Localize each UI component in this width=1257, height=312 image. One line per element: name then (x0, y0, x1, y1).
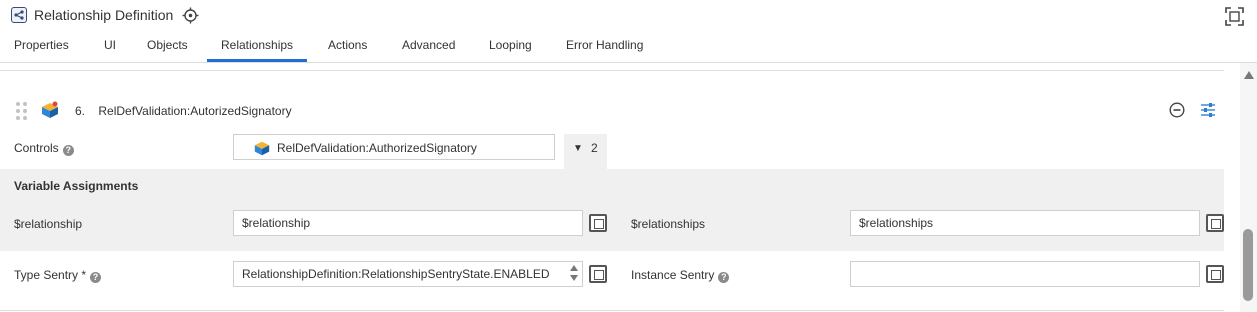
relationships-var-input[interactable]: $relationships (850, 210, 1200, 236)
type-sentry-input[interactable]: RelationshipDefinition:RelationshipSentr… (233, 261, 583, 287)
tab-objects[interactable]: Objects (147, 33, 188, 62)
relationship-cube-icon (40, 100, 60, 120)
divider (0, 310, 1224, 311)
controls-value: RelDefValidation:AuthorizedSignatory (277, 141, 477, 155)
minus-circle-icon[interactable] (1169, 102, 1185, 118)
relationship-name: RelDefValidation:AutorizedSignatory (98, 104, 292, 118)
help-icon[interactable]: ? (90, 272, 102, 283)
help-icon[interactable]: ? (718, 272, 730, 283)
share-icon (11, 7, 27, 23)
tab-looping[interactable]: Looping (489, 33, 532, 62)
controls-select[interactable]: RelDefValidation:AuthorizedSignatory (233, 134, 555, 160)
controls-count: 2 (591, 141, 598, 155)
type-sentry-value: RelationshipDefinition:RelationshipSentr… (242, 267, 550, 281)
tab-relationships[interactable]: Relationships (207, 33, 308, 62)
relationship-number: 6. (75, 104, 86, 118)
tab-actions[interactable]: Actions (328, 33, 367, 62)
tab-properties[interactable]: Properties (14, 33, 69, 62)
relationships-panel: 6. RelDefValidation:AutorizedSignatory C… (0, 63, 1240, 312)
type-sentry-label: Type Sentry *? (14, 268, 102, 283)
controls-label: Controls? (14, 141, 74, 156)
calculator-icon[interactable] (589, 214, 607, 232)
title-bar: Relationship Definition (0, 0, 1257, 32)
calculator-icon[interactable] (1206, 214, 1224, 232)
caret-down-icon: ▼ (573, 143, 583, 154)
relationship-var-input[interactable]: $relationship (233, 210, 583, 236)
relationship-var-label: $relationship (14, 217, 83, 231)
instance-sentry-input[interactable] (850, 261, 1200, 287)
scroll-up-icon[interactable] (1244, 71, 1254, 79)
scrollbar-thumb[interactable] (1243, 229, 1253, 301)
variable-assignments-section: Variable Assignments $relationship $rela… (0, 169, 1224, 251)
help-icon[interactable]: ? (62, 145, 74, 156)
vertical-scrollbar[interactable] (1240, 63, 1257, 312)
tab-ui[interactable]: UI (104, 33, 116, 62)
instance-sentry-label: Instance Sentry? (631, 268, 730, 283)
window-title: Relationship Definition (34, 7, 174, 23)
relationships-var-label: $relationships (631, 217, 706, 231)
calculator-icon[interactable] (1206, 265, 1224, 283)
tab-error-handling[interactable]: Error Handling (566, 33, 643, 62)
spinner-icon[interactable] (570, 264, 578, 284)
tab-advanced[interactable]: Advanced (402, 33, 455, 62)
relationship-title: 6. RelDefValidation:AutorizedSignatory (75, 104, 292, 118)
variable-assignments-heading: Variable Assignments (14, 179, 139, 193)
calculator-icon[interactable] (589, 265, 607, 283)
divider (0, 70, 1224, 71)
controls-count-toggle[interactable]: ▼ 2 (564, 134, 607, 170)
crosshair-icon[interactable] (182, 7, 199, 24)
fullscreen-icon[interactable] (1225, 7, 1244, 26)
drag-handle-icon[interactable] (16, 102, 28, 120)
tune-sliders-icon[interactable] (1200, 102, 1216, 118)
tab-bar: Properties UI Objects Relationships Acti… (0, 33, 1257, 62)
relationship-cube-icon (253, 139, 271, 157)
